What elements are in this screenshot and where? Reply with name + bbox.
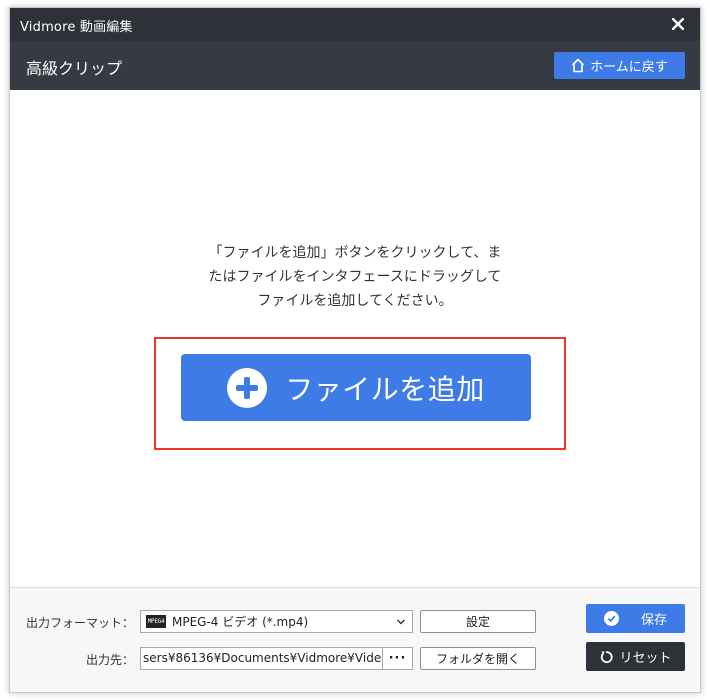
settings-button[interactable]: 設定 — [420, 610, 536, 633]
output-settings-panel: 出力フォーマット： MPEG4 MPEG-4 ビデオ (*.mp4) 設定 出力… — [10, 587, 700, 692]
instruction-line: 「ファイルを追加」ボタンをクリックして、ま — [208, 245, 502, 261]
instruction-line: ファイルを追加してください。 — [257, 293, 453, 309]
output-format-label: 出力フォーマット： — [25, 616, 134, 630]
plus-circle-icon — [227, 367, 268, 408]
output-path-field[interactable]: sers¥86136¥Documents¥Vidmore¥Video — [140, 647, 383, 670]
save-button-label: 保存 — [640, 613, 667, 628]
home-button[interactable]: ホームに戻す — [554, 52, 685, 79]
browse-button[interactable]: ··· — [383, 647, 413, 670]
instruction-line: たはファイルをインタフェースにドラッグして — [208, 269, 502, 285]
add-file-button-label: ファイルを追加 — [285, 372, 485, 406]
reset-button[interactable]: リセット — [586, 642, 685, 671]
page-header: 高級クリップ ホームに戻す — [10, 41, 700, 90]
output-format-value: MPEG-4 ビデオ (*.mp4) — [172, 615, 309, 629]
title-bar: Vidmore 動画編集 — [10, 8, 700, 41]
close-button[interactable] — [666, 11, 690, 37]
refresh-icon — [601, 650, 614, 663]
output-dest-label: 出力先： — [85, 653, 134, 667]
close-icon — [672, 18, 684, 30]
chevron-down-icon — [397, 619, 405, 625]
home-button-label: ホームに戻す — [590, 60, 668, 75]
reset-button-label: リセット — [619, 651, 672, 666]
window-title: Vidmore 動画編集 — [20, 20, 133, 35]
open-folder-button[interactable]: フォルダを開く — [420, 647, 536, 670]
drop-area[interactable]: 「ファイルを追加」ボタンをクリックして、ま たはファイルをインタフェースにドラッ… — [10, 90, 700, 587]
home-icon — [572, 58, 585, 73]
output-format-select[interactable]: MPEG4 MPEG-4 ビデオ (*.mp4) — [140, 610, 413, 633]
save-button[interactable]: 保存 — [586, 604, 685, 633]
page-title: 高級クリップ — [26, 59, 123, 78]
app-window: Vidmore 動画編集 高級クリップ ホームに戻す 「ファイルを追加」ボタンを… — [9, 7, 701, 693]
instruction-text: 「ファイルを追加」ボタンをクリックして、ま たはファイルをインタフェースにドラッ… — [10, 241, 700, 313]
check-circle-icon — [603, 611, 619, 626]
add-file-button[interactable]: ファイルを追加 — [181, 354, 531, 421]
mpeg-format-icon: MPEG4 — [146, 615, 166, 628]
